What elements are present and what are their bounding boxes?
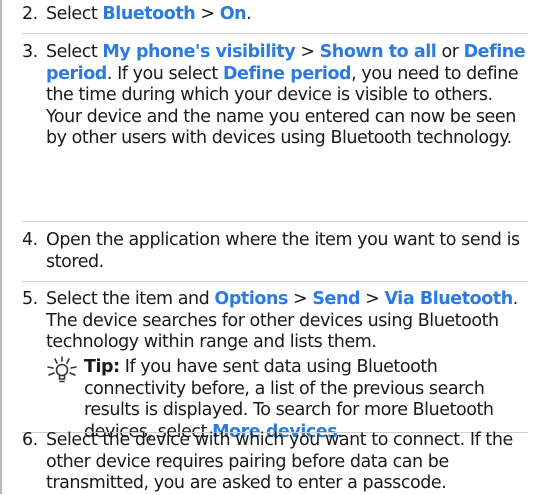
step-text: . If you select xyxy=(106,63,223,84)
menu-option-options: Options xyxy=(214,289,288,309)
menu-separator: > xyxy=(195,4,220,24)
step-6: 6. Select the device with which you want… xyxy=(0,430,552,495)
step-number: 5. xyxy=(22,289,38,309)
step-separator xyxy=(22,33,528,34)
menu-separator: > xyxy=(295,42,320,62)
menu-option-define-period: Define period xyxy=(222,63,352,84)
step-text: Select xyxy=(46,4,103,24)
step-number: 6. xyxy=(22,430,38,450)
menu-separator: > xyxy=(360,289,385,309)
step-text: Select the device with which you want to… xyxy=(46,430,513,493)
menu-option-shown-to-all: Shown to all xyxy=(319,42,437,62)
menu-option-send: Send xyxy=(312,289,361,309)
step-text: Select the item and xyxy=(46,289,215,309)
menu-separator: > xyxy=(287,289,313,309)
step-5: 5. Select the item and Options > Send > … xyxy=(0,289,552,354)
step-number: 2. xyxy=(22,4,38,24)
menu-option-my-phones-visibility: My phone's visibility xyxy=(102,42,296,62)
step-separator xyxy=(22,281,528,282)
lightbulb-icon xyxy=(46,356,78,391)
menu-option-via-bluetooth: Via Bluetooth xyxy=(384,289,514,309)
step-number: 4. xyxy=(22,230,38,250)
step-separator xyxy=(22,221,528,222)
step-text: or xyxy=(436,42,464,62)
step-text: . xyxy=(246,4,252,24)
menu-option-bluetooth: Bluetooth xyxy=(102,4,196,24)
step-text: Select xyxy=(46,42,103,62)
step-2: 2. Select Bluetooth > On. xyxy=(0,4,552,26)
step-4: 4. Open the application where the item y… xyxy=(0,230,552,273)
step-number: 3. xyxy=(22,42,38,62)
menu-option-on: On xyxy=(219,4,247,24)
tip-label: Tip: xyxy=(84,357,120,377)
step-text: Open the application where the item you … xyxy=(46,230,520,272)
step-3: 3. Select My phone's visibility > Shown … xyxy=(0,42,552,150)
